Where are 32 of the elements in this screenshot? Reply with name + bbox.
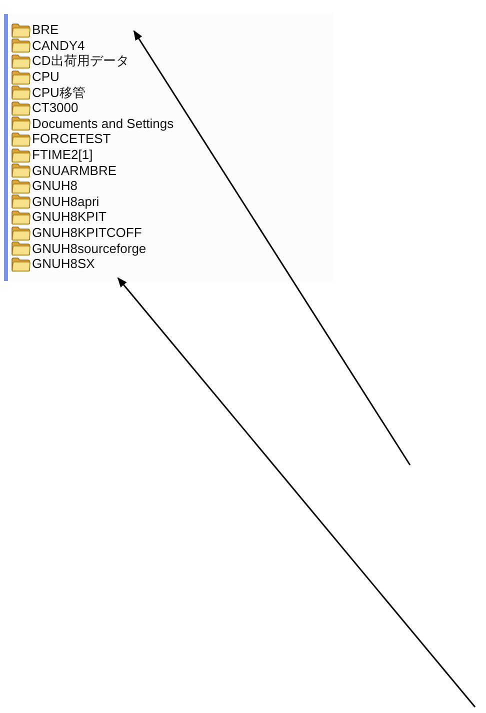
folder-name[interactable]: GNUH8 xyxy=(32,178,78,194)
folder-icon xyxy=(11,100,31,116)
folder-name[interactable]: GNUH8apri xyxy=(32,194,100,209)
folder-name[interactable]: Documents and Settings xyxy=(32,116,174,131)
folder-name[interactable]: GNUH8sourceforge xyxy=(32,240,146,256)
folder-name[interactable]: CPU移管 xyxy=(32,84,86,100)
folder-name[interactable]: FORCETEST xyxy=(32,131,111,146)
folder-icon xyxy=(11,22,31,38)
folder-name[interactable]: BRE xyxy=(32,22,59,38)
folder-icon xyxy=(11,178,31,194)
folder-icon xyxy=(11,240,31,256)
folder-icon xyxy=(11,130,31,147)
folder-icon xyxy=(11,256,31,272)
folder-icon xyxy=(11,115,31,132)
folder-name[interactable]: FTIME2[1] xyxy=(32,147,93,162)
folder-icon xyxy=(11,68,31,85)
folder-icon xyxy=(11,37,31,54)
folder-name[interactable]: GNUH8SX xyxy=(32,256,95,272)
folder-icon xyxy=(11,162,31,178)
folder-icon xyxy=(11,146,31,163)
folder-icon xyxy=(11,193,31,210)
folder-name[interactable]: GNUH8KPITCOFF xyxy=(32,225,142,240)
folder-name[interactable]: GNUARMBRE xyxy=(32,162,117,178)
folder-icon xyxy=(11,84,31,100)
folder-icon xyxy=(11,224,31,241)
folder-name[interactable]: GNUH8KPIT xyxy=(32,209,106,224)
folder-icon xyxy=(11,208,31,225)
folder-name[interactable]: CD出荷用データ xyxy=(32,53,129,68)
folder-icon xyxy=(11,52,31,69)
folder-name[interactable]: CANDY4 xyxy=(32,38,85,53)
folder-name[interactable]: CT3000 xyxy=(32,100,78,116)
folder-name[interactable]: CPU xyxy=(32,69,60,84)
